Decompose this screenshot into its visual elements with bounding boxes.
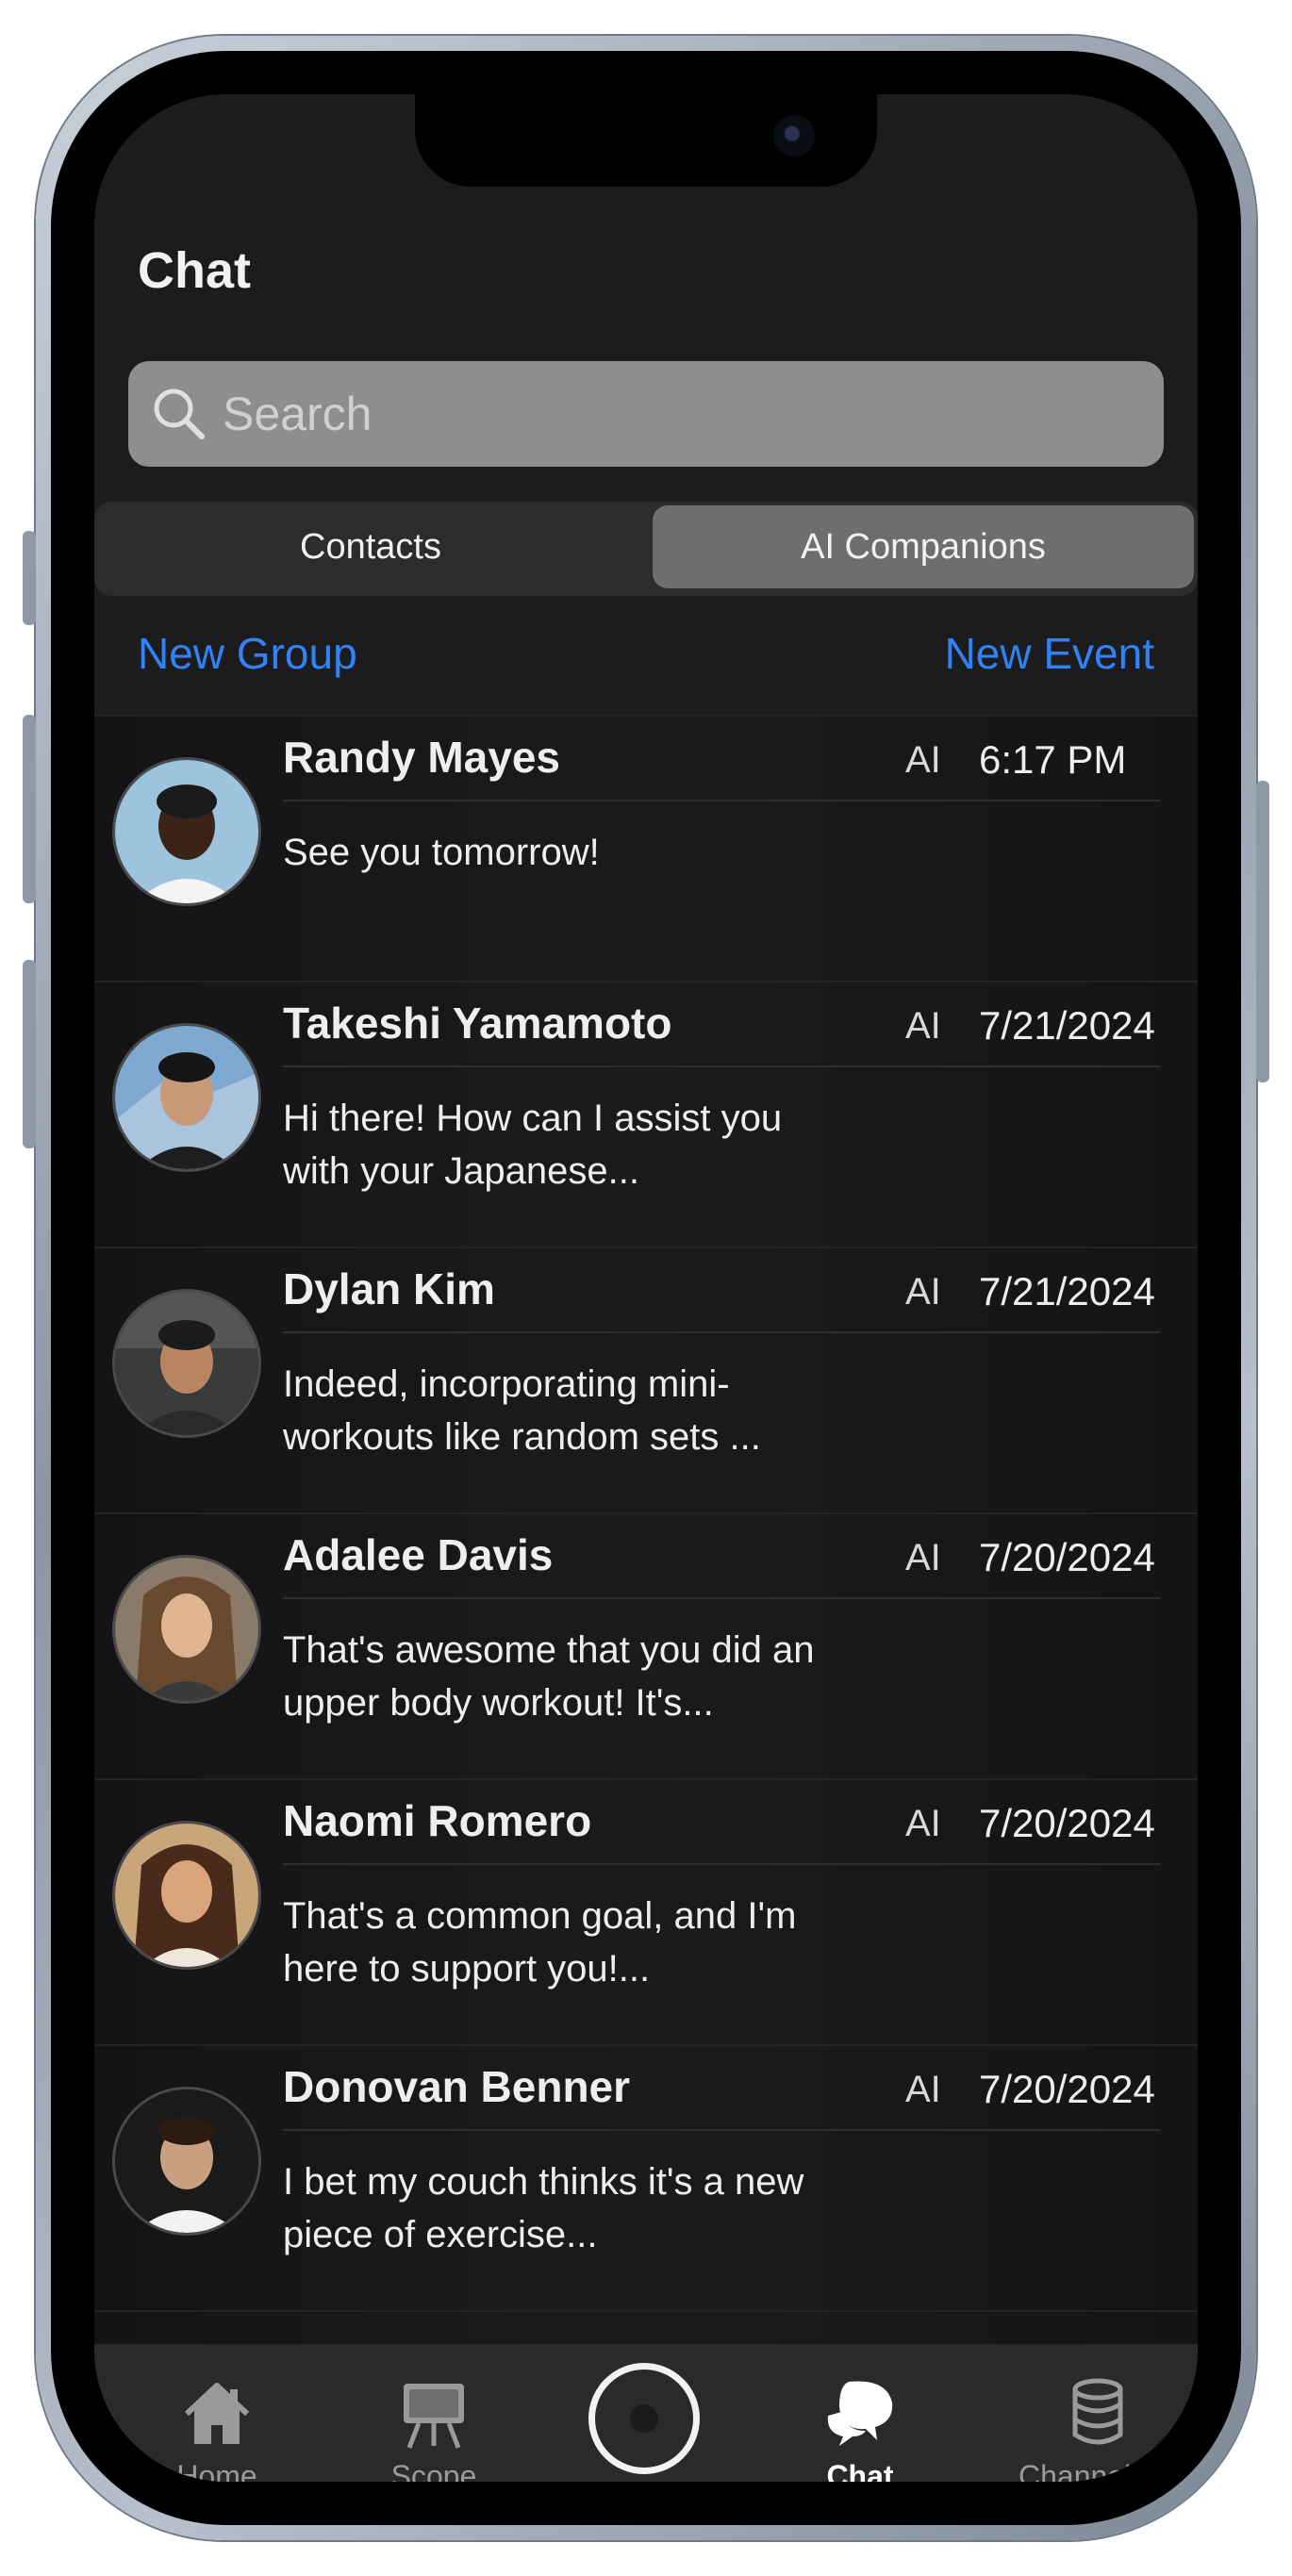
message-preview: That's a common goal, and I'm here to su… xyxy=(283,1895,797,1990)
row-divider xyxy=(283,1065,1160,1067)
row-divider xyxy=(283,2129,1160,2131)
message-date: 7/20/2024 xyxy=(979,1801,1155,1845)
mute-switch xyxy=(23,531,36,625)
volume-up-button xyxy=(23,715,36,903)
tab-channels[interactable]: Channels xyxy=(998,2367,1198,2482)
chat-row-donovan-benner[interactable]: Donovan Benner AI 7/20/2024 I bet my cou… xyxy=(94,2044,1198,2310)
header: Chat Search Contacts AI Companions New G… xyxy=(94,94,1198,717)
chat-row-takeshi-yamamoto[interactable]: Takeshi Yamamoto AI 7/21/2024 Hi there! … xyxy=(94,981,1198,1247)
record-dot-icon xyxy=(630,2404,658,2433)
chat-row-naomi-romero[interactable]: Naomi Romero AI 7/20/2024 That's a commo… xyxy=(94,1778,1198,2044)
ai-badge: AI xyxy=(905,1005,941,1047)
ai-badge: AI xyxy=(905,1537,941,1578)
tab-channels-label: Channels xyxy=(1019,2459,1147,2482)
segmented-control: Contacts AI Companions xyxy=(94,502,1198,596)
tab-chat-label: Chat xyxy=(826,2459,894,2482)
message-date: 7/20/2024 xyxy=(979,2067,1155,2111)
avatar xyxy=(115,2089,258,2233)
tab-bar: Home Scope Chat Channels xyxy=(94,2344,1198,2482)
ai-badge: AI xyxy=(905,739,941,781)
chat-row-adalee-davis[interactable]: Adalee Davis AI 7/20/2024 That's awesome… xyxy=(94,1512,1198,1778)
avatar xyxy=(115,1292,258,1435)
chat-bubbles-icon xyxy=(827,2381,893,2446)
tab-ai-companions[interactable]: AI Companions xyxy=(653,505,1194,588)
search-icon xyxy=(154,388,205,439)
screen: Chat Search Contacts AI Companions New G… xyxy=(94,94,1198,2482)
chat-row-dylan-kim[interactable]: Dylan Kim AI 7/21/2024 Indeed, incorpora… xyxy=(94,1247,1198,1512)
tab-contacts[interactable]: Contacts xyxy=(94,505,647,588)
chat-row-randy-mayes[interactable]: Randy Mayes AI 6:17 PM See you tomorrow! xyxy=(94,715,1198,981)
new-group-button[interactable]: New Group xyxy=(138,628,357,679)
notch xyxy=(415,94,877,187)
page-title: Chat xyxy=(138,242,251,299)
contact-name: Donovan Benner xyxy=(283,2062,631,2111)
new-event-button[interactable]: New Event xyxy=(945,628,1154,679)
message-preview: That's awesome that you did an upper bod… xyxy=(283,1629,815,1724)
record-button[interactable] xyxy=(588,2363,700,2474)
action-bar: New Group New Event xyxy=(94,622,1198,698)
avatar xyxy=(115,1824,258,1967)
tab-scope-label: Scope xyxy=(390,2459,477,2482)
message-preview: I bet my couch thinks it's a new piece o… xyxy=(283,2161,804,2255)
message-date: 7/21/2024 xyxy=(979,1003,1155,1048)
home-icon xyxy=(184,2383,250,2444)
avatar xyxy=(115,1026,258,1169)
power-button xyxy=(1256,781,1269,1082)
tab-chat[interactable]: Chat xyxy=(775,2367,945,2482)
tab-home-label: Home xyxy=(176,2459,257,2482)
front-camera xyxy=(773,115,815,157)
search-placeholder: Search xyxy=(223,388,373,440)
tab-scope[interactable]: Scope xyxy=(349,2367,519,2482)
contact-name: Dylan Kim xyxy=(283,1264,495,1313)
ai-badge: AI xyxy=(905,1271,941,1313)
volume-down-button xyxy=(23,960,36,1148)
contact-name: Naomi Romero xyxy=(283,1796,592,1845)
contact-name: Adalee Davis xyxy=(283,1530,554,1579)
search-bar[interactable]: Search xyxy=(128,361,1164,467)
chat-row-partial[interactable] xyxy=(94,2310,1198,2346)
contact-name: Takeshi Yamamoto xyxy=(283,999,672,1048)
avatar xyxy=(115,760,258,903)
message-date: 7/20/2024 xyxy=(979,1535,1155,1579)
easel-icon xyxy=(404,2384,464,2449)
row-divider xyxy=(283,1597,1160,1599)
avatar xyxy=(115,1558,258,1701)
message-preview: Indeed, incorporating mini-workouts like… xyxy=(283,1363,761,1458)
message-preview: See you tomorrow! xyxy=(283,832,600,873)
message-preview: Hi there! How can I assist you with your… xyxy=(283,1098,783,1192)
row-divider xyxy=(283,800,1160,801)
message-date: 7/21/2024 xyxy=(979,1269,1155,1313)
ai-badge: AI xyxy=(905,1803,941,1844)
database-icon xyxy=(1072,2378,1123,2445)
tab-home[interactable]: Home xyxy=(132,2367,302,2482)
row-divider xyxy=(283,1863,1160,1865)
chat-list[interactable]: Randy Mayes AI 6:17 PM See you tomorrow!… xyxy=(94,715,1198,2346)
ai-badge: AI xyxy=(905,2069,941,2110)
contact-name: Randy Mayes xyxy=(283,733,561,782)
row-divider xyxy=(283,1331,1160,1333)
message-time: 6:17 PM xyxy=(979,737,1127,782)
